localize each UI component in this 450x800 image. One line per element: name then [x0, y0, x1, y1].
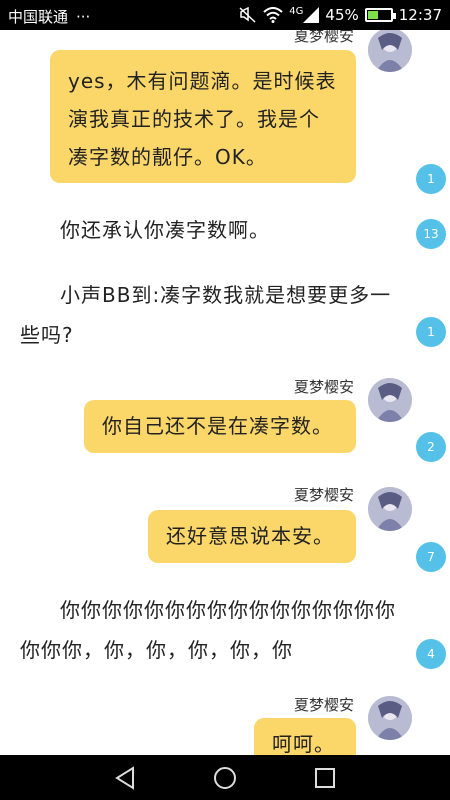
navigation-bar [0, 755, 450, 800]
sender-name: 夏梦樱安 [293, 378, 354, 396]
message-bubble[interactable]: yes，木有问题滴。是时候表演我真正的技术了。我是个凑字数的靓仔。OK。 [50, 50, 356, 183]
avatar[interactable] [368, 487, 412, 531]
home-icon[interactable] [211, 764, 239, 792]
avatar[interactable] [368, 696, 412, 740]
message-bubble[interactable]: 你自己还不是在凑字数。 [84, 400, 356, 453]
network-type-label: 4G [289, 6, 304, 17]
carrier-label: 中国联通 [8, 8, 69, 26]
message-bubble[interactable]: 还好意思说本安。 [148, 510, 356, 563]
unread-count-badge: 1 [416, 164, 446, 194]
unread-count-badge: 2 [416, 432, 446, 462]
unread-count-badge: 1 [416, 317, 446, 347]
message-text[interactable]: 你还承认你凑字数啊。 [60, 210, 270, 250]
avatar[interactable] [368, 378, 412, 422]
status-bar: 中国联通 ··· 4G 45% 12:37 [0, 0, 450, 30]
unread-count-badge: 13 [416, 219, 446, 249]
sender-name: 夏梦樱安 [293, 30, 354, 45]
avatar[interactable] [368, 30, 412, 72]
message-text[interactable]: 你你你你你你你你你你你你你你你你你你你，你，你，你，你，你 [20, 590, 400, 670]
message-bubble[interactable]: 呵呵。 [254, 718, 356, 755]
sender-name: 夏梦樱安 [293, 696, 354, 714]
battery-icon [364, 8, 396, 22]
message-text[interactable]: 小声BB到:凑字数我就是想要更多一些吗? [20, 275, 400, 355]
more-notifications-indicator: ··· [76, 7, 91, 26]
chat-area[interactable]: 夏梦樱安 yes，木有问题滴。是时候表演我真正的技术了。我是个凑字数的靓仔。OK… [0, 30, 450, 755]
clock: 12:37 [398, 6, 442, 24]
back-icon[interactable] [111, 764, 139, 792]
mute-icon [239, 7, 256, 23]
unread-count-badge: 4 [416, 639, 446, 669]
signal-icon [303, 7, 320, 23]
recents-icon[interactable] [311, 764, 339, 792]
battery-fill [367, 11, 378, 19]
wifi-icon [263, 7, 283, 23]
unread-count-badge: 7 [416, 542, 446, 572]
battery-percent: 45% [325, 6, 359, 24]
sender-name: 夏梦樱安 [293, 486, 354, 504]
